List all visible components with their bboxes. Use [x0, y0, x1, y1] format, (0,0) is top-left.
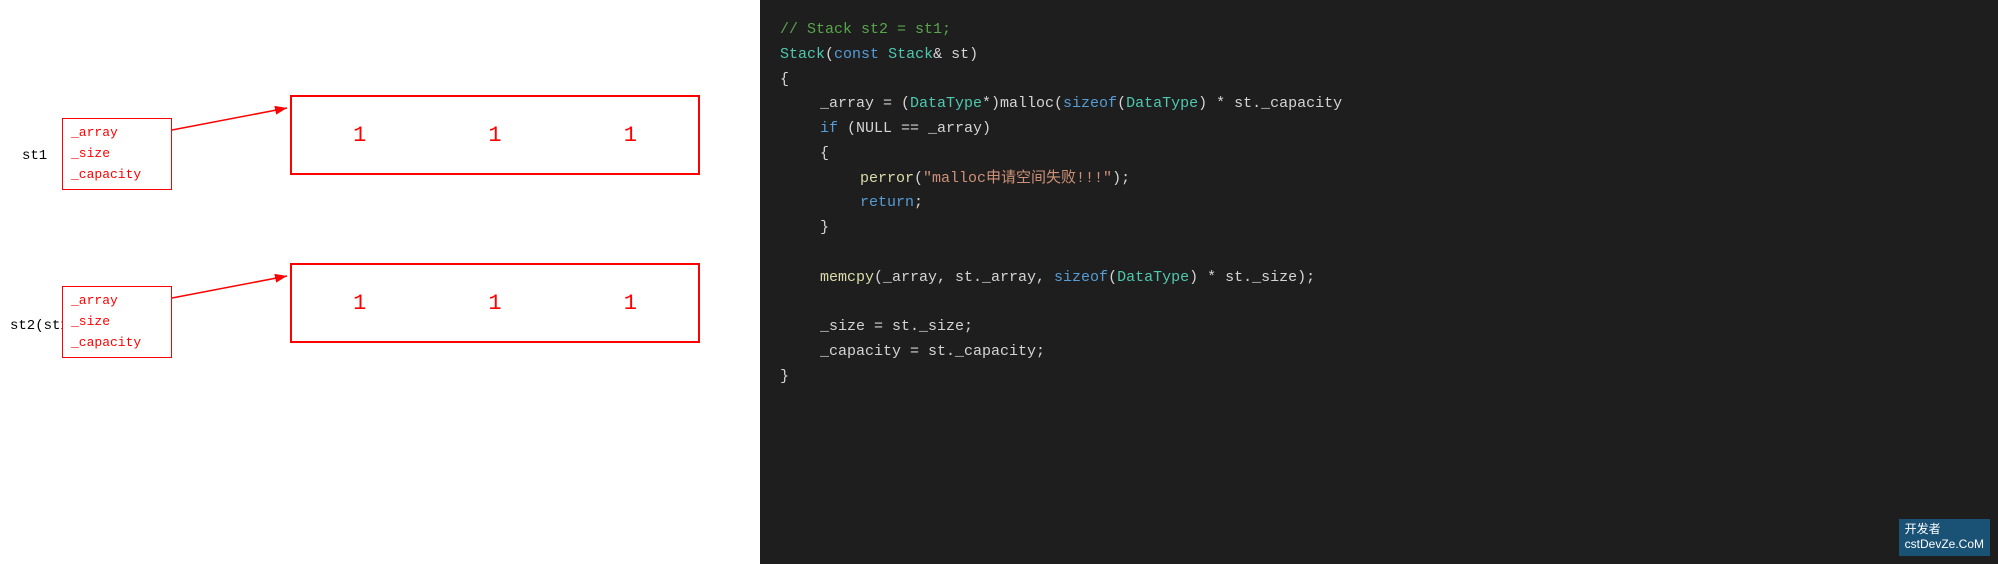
st1-cell-0: 1	[323, 123, 396, 148]
st1-field-size: _size	[71, 144, 163, 165]
watermark: 开发者 cstDevZe.CoM	[1899, 519, 1990, 556]
st2-field-capacity: _capacity	[71, 333, 163, 354]
code-line-malloc: _array = (DataType*)malloc(sizeof(DataTy…	[780, 92, 1978, 117]
code-line-if-null: if (NULL == _array)	[780, 117, 1978, 142]
watermark-line2: cstDevZe.CoM	[1905, 537, 1984, 553]
code-line-comment: // Stack st2 = st1;	[780, 18, 1978, 43]
st2-cell-1: 1	[458, 291, 531, 316]
st2-field-size: _size	[71, 312, 163, 333]
code-line-open-brace-if: {	[780, 142, 1978, 167]
code-line-size-assign: _size = st._size;	[780, 315, 1978, 340]
st1-array-box: 1 1 1	[290, 95, 700, 175]
code-comment-text: // Stack st2 = st1;	[780, 18, 951, 43]
code-line-memcpy: memcpy(_array, st._array, sizeof(DataTyp…	[780, 266, 1978, 291]
code-line-capacity-assign: _capacity = st._capacity;	[780, 340, 1978, 365]
st1-cell-2: 1	[594, 123, 667, 148]
st1-field-capacity: _capacity	[71, 165, 163, 186]
st2-array-box: 1 1 1	[290, 263, 700, 343]
st2-struct-box: _array _size _capacity	[62, 286, 172, 358]
code-line-perror: perror("malloc申请空间失败!!!");	[780, 167, 1978, 192]
watermark-line1: 开发者	[1905, 522, 1984, 538]
st1-struct-box: _array _size _capacity	[62, 118, 172, 190]
code-line-open-brace-outer: {	[780, 68, 1978, 93]
code-line-blank-1	[780, 241, 1978, 266]
code-line-return: return;	[780, 191, 1978, 216]
code-class-stack: Stack	[780, 43, 825, 68]
code-line-blank-2	[780, 290, 1978, 315]
code-line-constructor-decl: Stack(const Stack& st)	[780, 43, 1978, 68]
st2-cell-0: 1	[323, 291, 396, 316]
st1-cell-1: 1	[458, 123, 531, 148]
st1-field-array: _array	[71, 123, 163, 144]
st1-label: st1	[22, 148, 47, 164]
code-line-close-brace-outer: }	[780, 365, 1978, 390]
code-panel: // Stack st2 = st1; Stack(const Stack& s…	[760, 0, 1998, 564]
code-line-close-brace-if: }	[780, 216, 1978, 241]
st2-field-array: _array	[71, 291, 163, 312]
st2-cell-2: 1	[594, 291, 667, 316]
diagram-panel: st1 _array _size _capacity 1 1 1 st2(st1…	[0, 0, 760, 564]
